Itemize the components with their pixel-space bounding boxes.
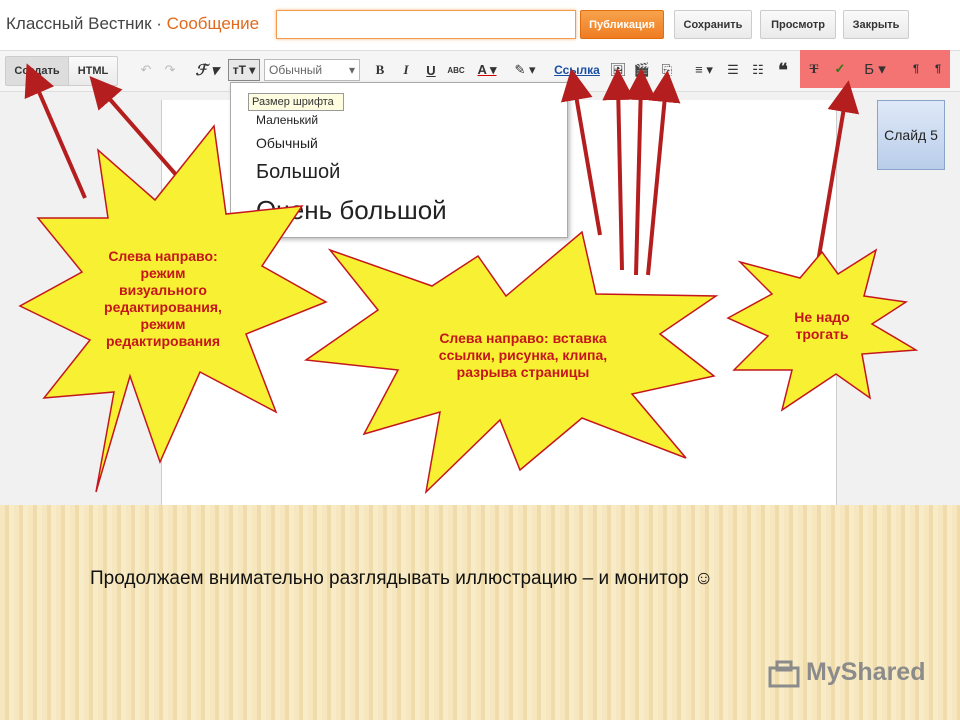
callout-text-modes: Слева направо: режим визуального редакти… [78, 248, 248, 350]
callout-line: режим [140, 316, 186, 332]
slide-background [0, 505, 960, 720]
callout-line: редактирования [105, 333, 221, 349]
arrow-video [624, 68, 657, 276]
arrow-link [560, 68, 602, 236]
arrow-break [646, 70, 681, 276]
arrow-danger [813, 80, 860, 281]
arrow-compose [24, 63, 87, 199]
callout-line: визуального [119, 282, 207, 298]
callout-line: Слева направо: [108, 248, 218, 264]
callout-text-insert: Слева направо: вставка ссылки, рисунка, … [418, 330, 628, 381]
callout-line: редактирования, [104, 299, 222, 315]
callout-line: режим [140, 265, 186, 281]
callout-line: трогать [795, 326, 849, 342]
arrow-image [602, 68, 635, 271]
myshared-logo-icon [768, 660, 800, 688]
callout-line: Слева направо: вставка [439, 330, 607, 346]
callout-line: разрыва страницы [456, 364, 590, 380]
watermark: MyShared [806, 658, 926, 686]
callout-line: Не надо [794, 309, 850, 325]
slide-caption: Продолжаем внимательно разглядывать иллю… [90, 568, 714, 589]
callout-line: ссылки, рисунка, клипа, [438, 347, 608, 363]
callout-text-danger: Не надо трогать [770, 309, 874, 343]
